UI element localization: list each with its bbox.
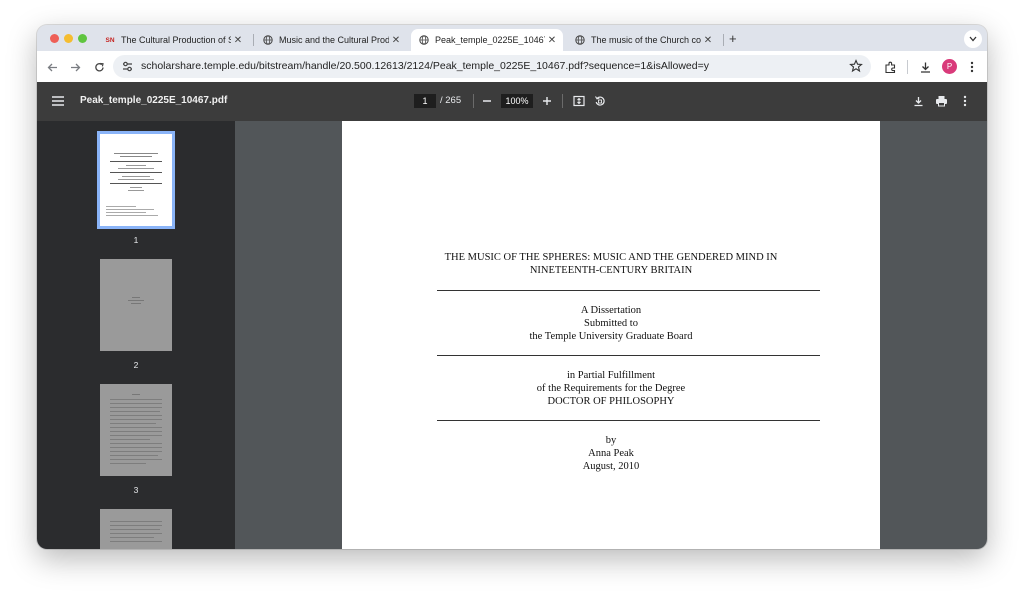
tab-cultural-production[interactable]: SN The Cultural Production of Sc ✕ <box>97 29 249 51</box>
chevron-down-icon <box>969 36 977 42</box>
page-total: / 265 <box>440 95 462 106</box>
page-thumbnail-3[interactable] <box>100 384 172 476</box>
thumbnail-number: 3 <box>133 485 139 495</box>
tab-separator <box>723 34 724 46</box>
page-thumbnail-1[interactable] <box>97 131 175 229</box>
tab-separator <box>253 34 254 46</box>
browser-window: SN The Cultural Production of Sc ✕ Music… <box>37 25 987 549</box>
bookmark-star-icon[interactable] <box>849 59 863 73</box>
new-tab-button[interactable]: + <box>729 31 737 46</box>
globe-icon <box>575 35 585 45</box>
tab-strip: SN The Cultural Production of Sc ✕ Music… <box>37 25 987 51</box>
author-block: by Anna Peak August, 2010 <box>582 435 640 472</box>
rotate-icon[interactable] <box>593 94 607 108</box>
page-number-input[interactable]: 1 <box>414 94 436 108</box>
address-bar[interactable]: scholarshare.temple.edu/bitstream/handle… <box>113 55 871 78</box>
close-window-button[interactable] <box>50 34 59 43</box>
tab-music-cultural-produc[interactable]: Music and the Cultural Produc ✕ <box>255 29 407 51</box>
print-icon[interactable] <box>934 94 948 108</box>
close-tab-icon[interactable]: ✕ <box>701 35 715 46</box>
horizontal-rule <box>437 290 820 291</box>
download-icon[interactable] <box>917 59 933 75</box>
fit-to-page-icon[interactable] <box>572 94 586 108</box>
thumbnail-number: 1 <box>133 235 139 245</box>
reload-icon[interactable] <box>91 59 107 75</box>
extensions-icon[interactable] <box>882 59 898 75</box>
url-text[interactable]: scholarshare.temple.edu/bitstream/handle… <box>141 60 709 72</box>
close-tab-icon[interactable]: ✕ <box>389 35 403 46</box>
page-thumbnail-2[interactable] <box>100 259 172 351</box>
pdf-download-icon[interactable] <box>911 94 925 108</box>
pdf-more-options-icon[interactable] <box>958 94 972 108</box>
pdf-filename: Peak_temple_0225E_10467.pdf <box>80 95 228 106</box>
back-arrow-icon[interactable] <box>44 59 60 75</box>
profile-avatar[interactable]: P <box>942 59 957 74</box>
thumbnail-sidebar[interactable]: 1 2 3 <box>37 121 235 549</box>
minimize-window-button[interactable] <box>64 34 73 43</box>
tab-search-button[interactable] <box>964 30 982 48</box>
browser-menu-icon[interactable] <box>964 59 980 75</box>
submission-block: A Dissertation Submitted to the Temple U… <box>529 305 693 342</box>
site-settings-icon[interactable] <box>121 60 134 73</box>
degree-block: in Partial Fulfillment of the Requiremen… <box>536 370 686 407</box>
zoom-out-icon[interactable] <box>480 94 494 108</box>
pdf-toolbar: Peak_temple_0225E_10467.pdf 1 / 265 100% <box>37 82 987 121</box>
close-tab-icon[interactable]: ✕ <box>231 35 245 46</box>
zoom-in-icon[interactable] <box>540 94 554 108</box>
horizontal-rule <box>437 420 820 421</box>
tab-music-of-church[interactable]: The music of the Church cons ✕ <box>567 29 719 51</box>
globe-icon <box>263 35 273 45</box>
forward-arrow-icon[interactable] <box>67 59 83 75</box>
page-thumbnail-4[interactable] <box>100 509 172 549</box>
hamburger-menu-icon[interactable] <box>51 94 65 108</box>
dissertation-title: THE MUSIC OF THE SPHERES: MUSIC AND THE … <box>444 252 778 276</box>
maximize-window-button[interactable] <box>78 34 87 43</box>
zoom-level-input[interactable]: 100% <box>501 94 533 108</box>
globe-icon <box>419 35 429 45</box>
pdf-page: THE MUSIC OF THE SPHERES: MUSIC AND THE … <box>342 121 880 549</box>
pdf-viewer[interactable]: THE MUSIC OF THE SPHERES: MUSIC AND THE … <box>235 121 987 549</box>
sn-favicon-icon: SN <box>105 36 115 44</box>
toolbar-divider <box>473 94 474 108</box>
tab-peak-temple-pdf[interactable]: Peak_temple_0225E_10467.p ✕ <box>411 29 563 51</box>
browser-toolbar: scholarshare.temple.edu/bitstream/handle… <box>37 51 987 82</box>
toolbar-divider <box>562 94 563 108</box>
toolbar-divider <box>907 60 908 74</box>
close-tab-icon[interactable]: ✕ <box>545 35 559 46</box>
horizontal-rule <box>437 355 820 356</box>
thumbnail-number: 2 <box>133 360 139 370</box>
